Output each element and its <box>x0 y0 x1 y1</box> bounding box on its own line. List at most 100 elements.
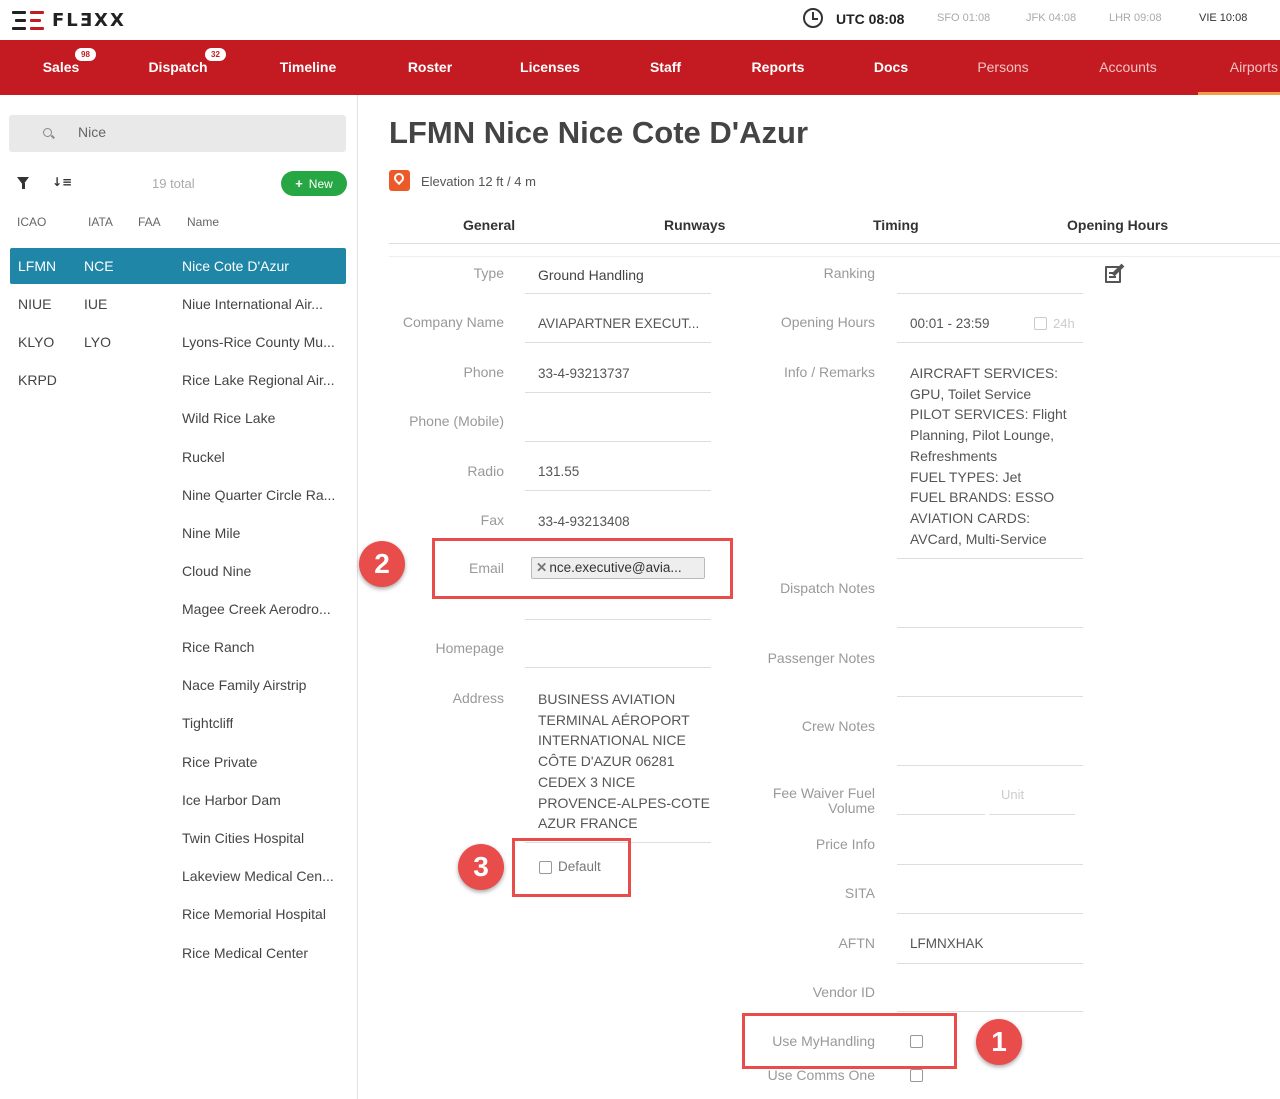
phone-underline <box>525 392 711 393</box>
list-item[interactable]: Rice Ranch <box>0 629 358 665</box>
crew-notes-label: Crew Notes <box>801 718 875 734</box>
use-comms-one-checkbox[interactable] <box>910 1069 923 1082</box>
nav-airports[interactable]: Airports <box>1198 40 1280 95</box>
dispatch-badge: 32 <box>205 48 226 61</box>
main-nav: Sales 98 Dispatch 32 Timeline Roster Lic… <box>0 40 1280 95</box>
airport-name: Ruckel <box>182 449 225 465</box>
time-jfk: JFK 04:08 <box>1026 12 1077 24</box>
search-icon <box>43 128 52 137</box>
info-line: AVCard, Multi-Service <box>910 530 1047 547</box>
address-line: PROVENCE-ALPES-COTE <box>538 794 710 811</box>
radio-label: Radio <box>467 463 504 479</box>
nav-dispatch[interactable]: Dispatch <box>144 40 212 95</box>
ranking-underline <box>897 293 1083 294</box>
fax-field[interactable]: 33-4-93213408 <box>538 514 630 529</box>
airport-name: Rice Private <box>182 754 258 770</box>
nav-persons[interactable]: Persons <box>971 40 1035 95</box>
list-item[interactable]: Rice Memorial Hospital <box>0 896 358 932</box>
clock-icon <box>803 8 823 28</box>
app-logo[interactable]: FLƎXX <box>12 8 126 32</box>
radio-underline <box>525 490 711 491</box>
type-select[interactable]: Ground Handling <box>538 267 644 283</box>
airport-iata: LYO <box>84 334 111 350</box>
email-underline <box>525 619 711 620</box>
list-item[interactable]: Rice Private <box>0 744 358 780</box>
dispatch-notes-label: Dispatch Notes <box>780 580 875 596</box>
map-pin-icon[interactable] <box>389 170 410 191</box>
col-iata[interactable]: IATA <box>88 215 113 229</box>
tab-divider <box>389 243 1280 244</box>
nav-accounts[interactable]: Accounts <box>1093 40 1163 95</box>
airport-name: Rice Ranch <box>182 639 255 655</box>
list-item[interactable]: Cloud Nine <box>0 553 358 589</box>
passenger-notes-label: Passenger Notes <box>767 650 875 666</box>
nav-timeline[interactable]: Timeline <box>272 40 344 95</box>
airport-name: Nice Cote D'Azur <box>182 258 289 274</box>
list-item[interactable]: Ruckel <box>0 439 358 475</box>
mobile-underline <box>525 441 711 442</box>
tab-general[interactable]: General <box>463 217 515 233</box>
list-item[interactable]: Tightcliff <box>0 705 358 741</box>
col-name[interactable]: Name <box>187 215 219 229</box>
airport-name: Rice Lake Regional Air... <box>182 372 335 388</box>
list-item[interactable]: LFMN NCE Nice Cote D'Azur <box>10 248 346 284</box>
list-item[interactable]: Twin Cities Hospital <box>0 820 358 856</box>
crew-underline <box>897 765 1083 766</box>
fee-underline <box>897 814 985 815</box>
phone-field[interactable]: 33-4-93213737 <box>538 366 630 381</box>
airport-name: Rice Medical Center <box>182 945 309 961</box>
company-name-field[interactable]: AVIAPARTNER EXECUT... <box>538 316 699 331</box>
price-info-label: Price Info <box>815 836 875 852</box>
list-item[interactable]: Nine Mile <box>0 515 358 551</box>
nav-staff[interactable]: Staff <box>643 40 688 95</box>
unit-field[interactable]: Unit <box>1001 787 1024 802</box>
homepage-underline <box>525 667 711 668</box>
top-bar: FLƎXX UTC 08:08 SFO 01:08 JFK 04:08 LHR … <box>0 0 1280 40</box>
list-item[interactable]: Ice Harbor Dam <box>0 782 358 818</box>
list-item[interactable]: Magee Creek Aerodro... <box>0 591 358 627</box>
nav-docs[interactable]: Docs <box>870 40 912 95</box>
address-field[interactable]: BUSINESS AVIATION TERMINAL AÉROPORT INTE… <box>538 689 710 834</box>
callout-number-2: 2 <box>359 541 405 587</box>
edit-icon[interactable] <box>1105 262 1127 284</box>
list-item[interactable]: KLYO LYO Lyons-Rice County Mu... <box>0 324 358 360</box>
list-item[interactable]: Rice Medical Center <box>0 935 358 971</box>
tab-opening-hours[interactable]: Opening Hours <box>1067 217 1168 233</box>
col-faa[interactable]: FAA <box>138 215 161 229</box>
list-item[interactable]: Nace Family Airstrip <box>0 667 358 703</box>
list-item[interactable]: NIUE IUE Niue International Air... <box>0 286 358 322</box>
elevation-text: Elevation 12 ft / 4 m <box>421 174 536 189</box>
search-input[interactable] <box>78 124 318 140</box>
tab-runways[interactable]: Runways <box>664 217 725 233</box>
24h-checkbox[interactable] <box>1034 317 1047 330</box>
info-line: AVIATION CARDS: <box>910 509 1031 526</box>
list-item[interactable]: Wild Rice Lake <box>0 400 358 436</box>
sales-badge: 98 <box>75 48 96 61</box>
list-item[interactable]: Nine Quarter Circle Ra... <box>0 477 358 513</box>
info-remarks-field[interactable]: AIRCRAFT SERVICES: GPU, Toilet Service P… <box>910 363 1067 549</box>
aftn-underline <box>897 963 1083 964</box>
new-button[interactable]: + New <box>281 171 347 196</box>
aftn-field[interactable]: LFMNXHAK <box>910 936 984 951</box>
nav-licenses[interactable]: Licenses <box>515 40 585 95</box>
airport-icao: LFMN <box>18 258 57 274</box>
sort-icon[interactable]: ↓≡ <box>52 175 72 189</box>
nav-reports[interactable]: Reports <box>745 40 811 95</box>
opening-hours-field[interactable]: 00:01 - 23:59 <box>910 316 990 331</box>
plus-icon: + <box>295 176 303 191</box>
search-box[interactable] <box>9 115 346 152</box>
list-item[interactable]: KRPD Rice Lake Regional Air... <box>0 362 358 398</box>
use-comms-one-label: Use Comms One <box>767 1067 875 1083</box>
airport-name: Nace Family Airstrip <box>182 677 307 693</box>
airport-icao: KRPD <box>18 372 57 388</box>
info-remarks-label: Info / Remarks <box>783 364 875 380</box>
col-icao[interactable]: ICAO <box>17 215 46 229</box>
tab-timing[interactable]: Timing <box>873 217 919 233</box>
address-label: Address <box>452 690 504 706</box>
filter-icon[interactable] <box>17 177 29 189</box>
nav-roster[interactable]: Roster <box>400 40 460 95</box>
airport-name: Wild Rice Lake <box>182 410 276 426</box>
list-item[interactable]: Lakeview Medical Cen... <box>0 858 358 894</box>
radio-field[interactable]: 131.55 <box>538 464 579 479</box>
type-underline <box>525 293 711 294</box>
